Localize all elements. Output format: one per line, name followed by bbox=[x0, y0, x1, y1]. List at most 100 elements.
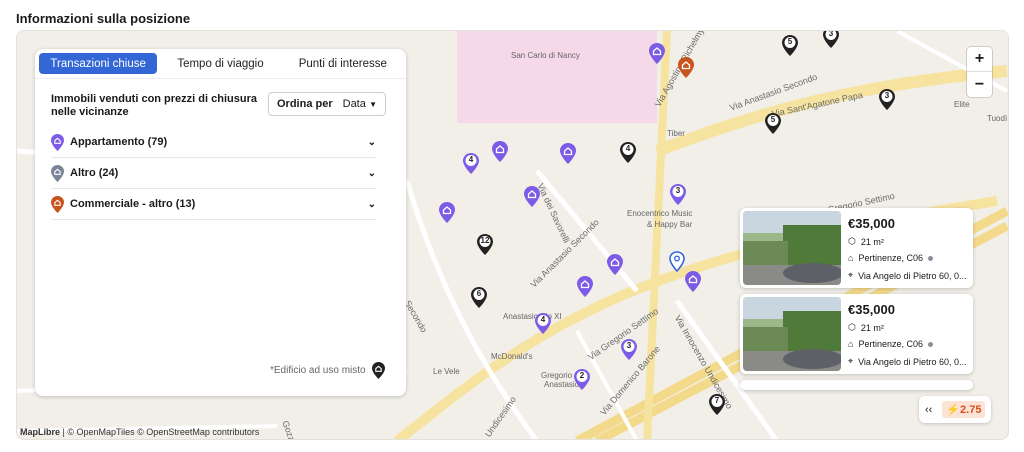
map-pin-cluster[interactable]: 3 bbox=[879, 89, 895, 110]
house-icon: ⌂ bbox=[848, 253, 854, 263]
map-label-enocentrico: Enocentrico Music bbox=[627, 209, 693, 218]
cluster-count: 3 bbox=[884, 91, 890, 100]
map-pin-apartment[interactable] bbox=[524, 186, 540, 207]
listing-area: ⬡ 21 m² bbox=[848, 322, 884, 333]
map-label-mcdonalds: McDonald's bbox=[491, 352, 533, 361]
map-pin-cluster[interactable]: 4 bbox=[620, 142, 636, 163]
tab-tempo-di-viaggio[interactable]: Tempo di viaggio bbox=[161, 53, 279, 74]
apartment-pin-icon bbox=[51, 133, 64, 151]
zoom-controls: + − bbox=[967, 47, 992, 97]
cluster-count: 3 bbox=[626, 341, 632, 350]
tab-transazioni-chiuse[interactable]: Transazioni chiuse bbox=[39, 53, 158, 74]
map-label-happy-bar: & Happy Bar bbox=[647, 220, 693, 229]
map-attribution: MapLibre | © OpenMapTiles © OpenStreetMa… bbox=[20, 427, 259, 437]
cluster-count: 4 bbox=[625, 144, 631, 153]
mixed-use-pin-icon bbox=[371, 362, 385, 379]
area-value: 21 m² bbox=[860, 236, 884, 247]
zoom-out-button[interactable]: − bbox=[967, 72, 992, 97]
cluster-count: 12 bbox=[480, 236, 490, 245]
cluster-count: 3 bbox=[675, 186, 681, 195]
status-dot bbox=[927, 341, 933, 347]
map-pin-cluster[interactable]: 3 bbox=[823, 30, 839, 48]
listing-address: ⌖ Via Angelo di Pietro 60, 0... bbox=[848, 356, 967, 367]
map-pin-cluster[interactable]: 3 bbox=[670, 184, 686, 205]
map-pin-cluster[interactable]: 4 bbox=[535, 313, 551, 334]
map-pin-apartment[interactable] bbox=[607, 254, 623, 275]
listing-price: €35,000 bbox=[848, 302, 895, 317]
type-value: Pertinenze, C06 bbox=[858, 339, 923, 349]
cluster-count: 4 bbox=[540, 315, 546, 324]
map-pin-cluster[interactable]: 12 bbox=[477, 234, 493, 255]
map-pin-cluster[interactable]: 7 bbox=[709, 394, 725, 415]
tab-punti-di-interesse[interactable]: Punti di interesse bbox=[284, 53, 402, 74]
sort-dropdown[interactable]: Ordina per Data ▼ bbox=[268, 92, 386, 116]
cluster-count: 5 bbox=[787, 37, 793, 46]
map-pin-apartment[interactable] bbox=[649, 43, 665, 64]
map-label-san-carlo: San Carlo di Nancy bbox=[511, 51, 580, 60]
section-title: Informazioni sulla posizione bbox=[16, 11, 191, 26]
address-value: Via Angelo di Pietro 60, 0... bbox=[858, 270, 967, 281]
map-pin-cluster[interactable]: 5 bbox=[782, 35, 798, 56]
listing-card[interactable]: €35,000 ⬡ 21 m² ⌂ Pertinenze, C06 ⌖ Via Ang… bbox=[740, 208, 973, 288]
cluster-count: 6 bbox=[476, 289, 482, 298]
commercial-pin-icon bbox=[51, 195, 64, 213]
map-pin-cluster[interactable]: 5 bbox=[765, 113, 781, 134]
map-pin-cluster[interactable]: 4 bbox=[463, 153, 479, 174]
boost-badge: ⚡2.75 bbox=[942, 401, 986, 418]
category-commerciale[interactable]: Commerciale - altro (13) ⌄ bbox=[51, 189, 376, 220]
map-pin-cluster[interactable]: 6 bbox=[471, 287, 487, 308]
map-label-elite: Elite bbox=[954, 100, 970, 109]
cluster-count: 3 bbox=[828, 30, 834, 38]
listing-photo bbox=[743, 211, 841, 285]
location-pin-icon: ⌖ bbox=[848, 356, 854, 366]
map-label-anastasio-pio: Anastasio Pio XI bbox=[503, 312, 562, 321]
attribution-text: | © OpenMapTiles © OpenStreetMap contrib… bbox=[60, 427, 260, 437]
map-pin-cluster[interactable]: 3 bbox=[621, 339, 637, 360]
map-pin-commercial[interactable] bbox=[678, 57, 694, 78]
map-label-tiber: Tiber bbox=[667, 129, 685, 138]
map-pin-apartment[interactable] bbox=[492, 141, 508, 162]
chevron-down-icon[interactable]: ⌄ bbox=[368, 199, 376, 210]
map-pin-cluster[interactable]: 2 bbox=[574, 369, 590, 390]
category-label: Commerciale - altro (13) bbox=[70, 198, 196, 210]
listing-address: ⌖ Via Angelo di Pietro 60, 0... bbox=[848, 270, 967, 281]
category-label: Altro (24) bbox=[70, 167, 119, 179]
cube-icon: ⬡ bbox=[848, 236, 856, 246]
category-altro[interactable]: Altro (24) ⌄ bbox=[51, 158, 376, 189]
category-appartamento[interactable]: Appartamento (79) ⌄ bbox=[51, 127, 376, 158]
cluster-count: 7 bbox=[714, 396, 720, 405]
map-pin-apartment[interactable] bbox=[577, 276, 593, 297]
listing-price: €35,000 bbox=[848, 216, 895, 231]
bolt-icon: ⚡ bbox=[946, 404, 961, 416]
cube-icon: ⬡ bbox=[848, 322, 856, 332]
chevron-down-icon[interactable]: ⌄ bbox=[368, 137, 376, 148]
panel-title: Immobili venduti con prezzi di chiusura … bbox=[51, 93, 257, 118]
map-pin-apartment[interactable] bbox=[685, 271, 701, 292]
zoom-in-button[interactable]: + bbox=[967, 47, 992, 72]
map-label-tuodi: Tuodì bbox=[987, 114, 1008, 123]
location-pin-icon: ⌖ bbox=[848, 270, 854, 280]
listing-card-partial[interactable] bbox=[740, 380, 973, 390]
other-pin-icon bbox=[51, 164, 64, 182]
collapse-control[interactable]: ‹‹ ⚡2.75 bbox=[919, 396, 991, 423]
mixed-use-note: *Edificio ad uso misto bbox=[270, 362, 385, 379]
maplibre-link[interactable]: MapLibre bbox=[20, 427, 60, 437]
caret-down-icon: ▼ bbox=[369, 99, 377, 109]
house-icon: ⌂ bbox=[848, 339, 854, 349]
double-chevron-left-icon[interactable]: ‹‹ bbox=[925, 404, 932, 416]
chevron-down-icon[interactable]: ⌄ bbox=[368, 168, 376, 179]
mixed-use-label: *Edificio ad uso misto bbox=[270, 365, 366, 376]
transactions-panel: Transazioni chiuse Tempo di viaggio Punt… bbox=[35, 49, 406, 396]
category-label: Appartamento (79) bbox=[70, 136, 168, 148]
map-pin-selected[interactable] bbox=[669, 251, 685, 272]
listing-type: ⌂ Pertinenze, C06 bbox=[848, 253, 933, 263]
listing-area: ⬡ 21 m² bbox=[848, 236, 884, 247]
map-pin-apartment[interactable] bbox=[560, 143, 576, 164]
boost-value: 2.75 bbox=[960, 404, 982, 416]
cluster-count: 4 bbox=[468, 155, 474, 164]
cluster-count: 2 bbox=[579, 371, 585, 380]
sort-value: Data bbox=[342, 98, 366, 110]
map-pin-apartment[interactable] bbox=[439, 202, 455, 223]
listing-card[interactable]: €35,000 ⬡ 21 m² ⌂ Pertinenze, C06 ⌖ Via Ang… bbox=[740, 294, 973, 374]
listing-photo bbox=[743, 297, 841, 371]
